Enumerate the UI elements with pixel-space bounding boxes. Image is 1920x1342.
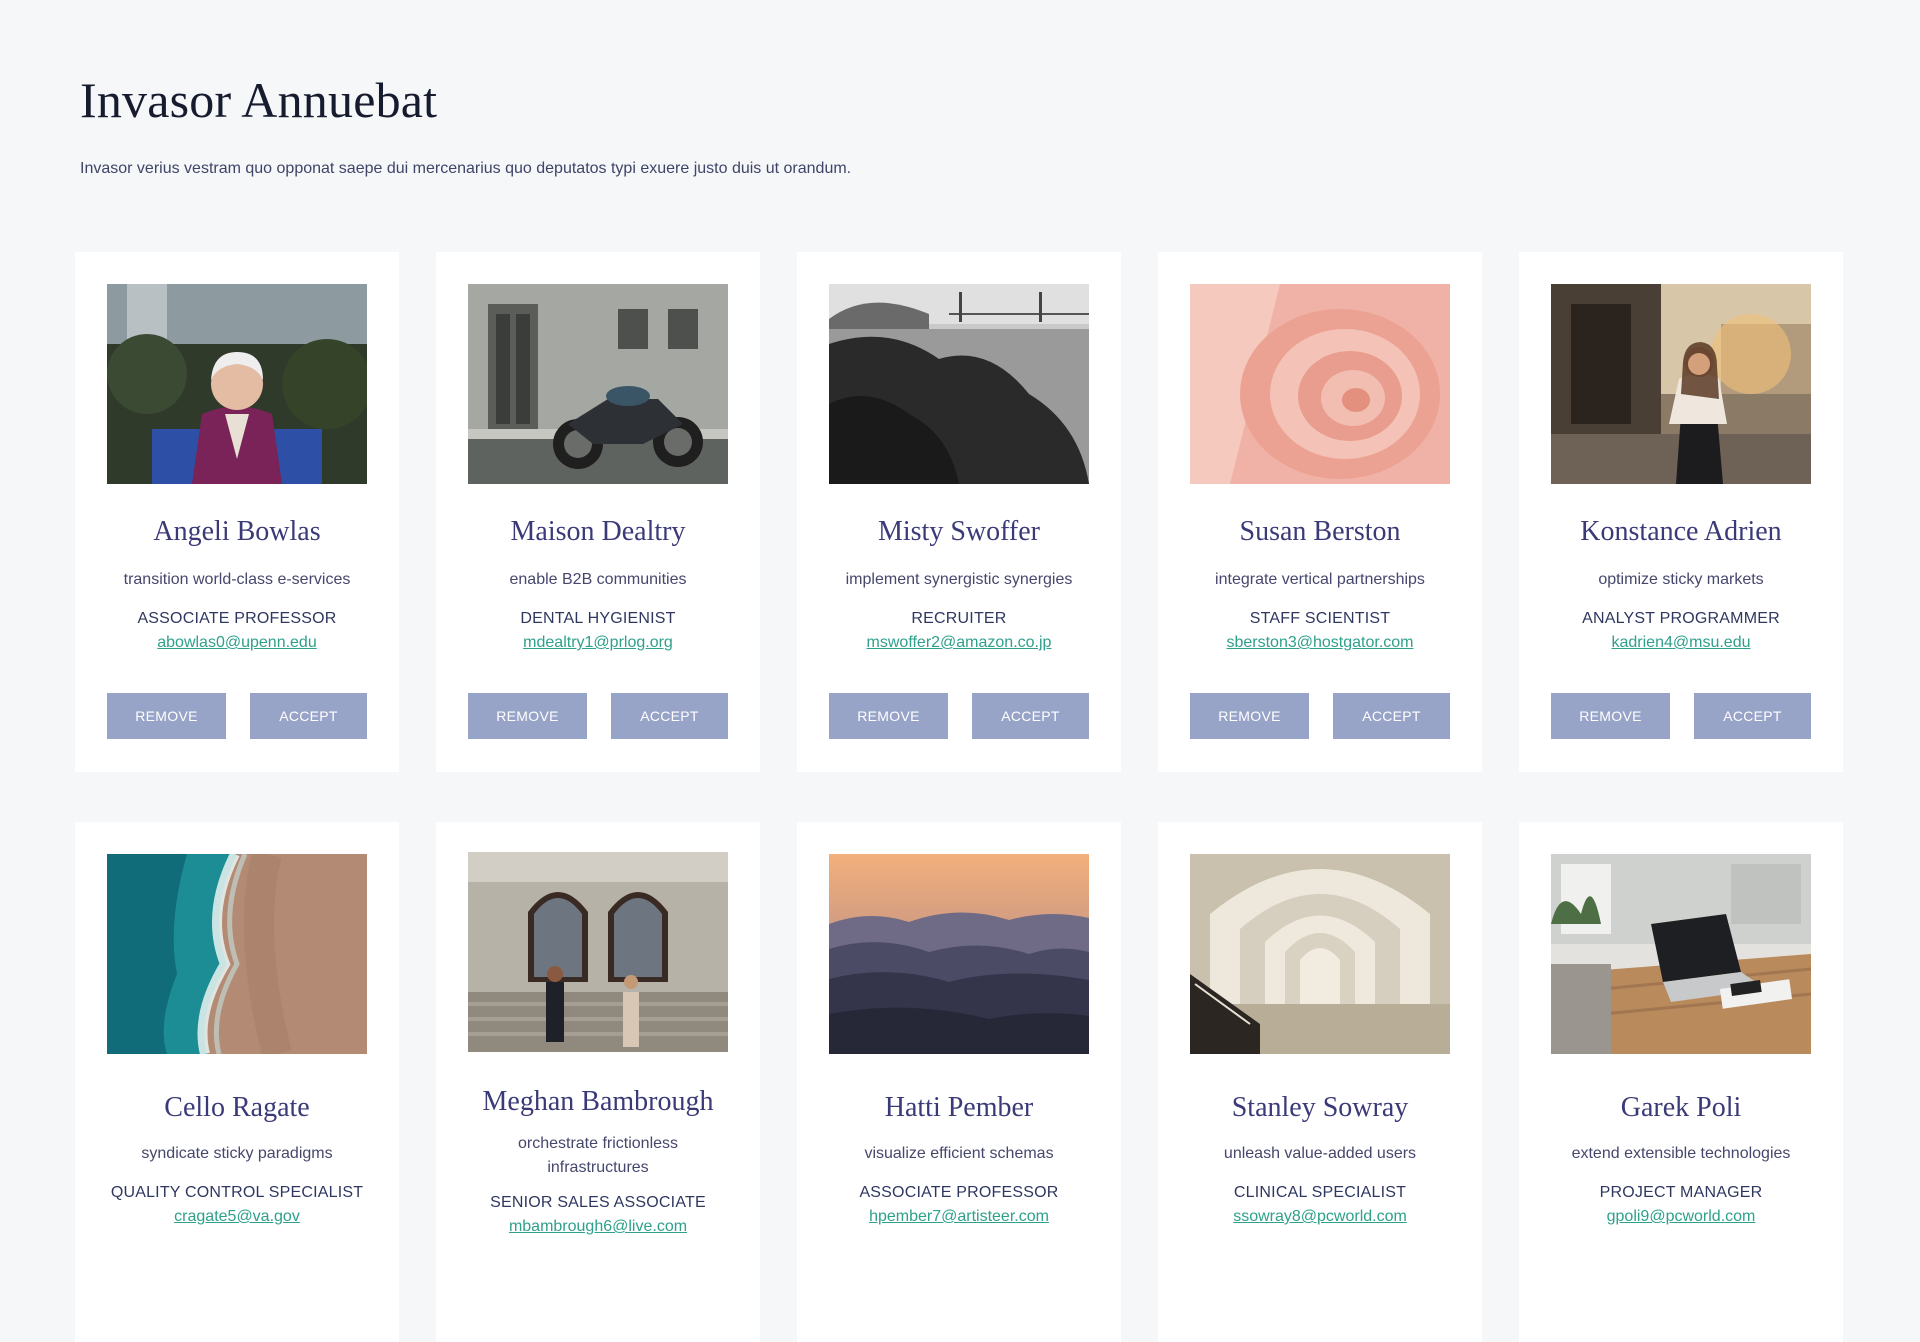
card-body: Cello Ragate syndicate sticky paradigms … (95, 1090, 379, 1227)
person-card: Konstance Adrien optimize sticky markets… (1519, 252, 1843, 772)
person-name: Misty Swoffer (877, 516, 1041, 547)
accept-button[interactable]: ACCEPT (611, 693, 728, 739)
person-name: Stanley Sowray (1231, 1092, 1409, 1123)
person-role: PROJECT MANAGER (1599, 1184, 1763, 1201)
person-tagline: enable B2B communities (509, 571, 687, 588)
person-card: Angeli Bowlas transition world-class e-s… (75, 252, 399, 772)
person-role: SENIOR SALES ASSOCIATE (490, 1194, 706, 1211)
remove-button[interactable]: REMOVE (1551, 693, 1670, 739)
person-tagline: syndicate sticky paradigms (141, 1145, 333, 1162)
person-role: QUALITY CONTROL SPECIALIST (110, 1184, 364, 1201)
person-name: Garek Poli (1620, 1092, 1742, 1123)
person-email-link[interactable]: cragate5@va.gov (174, 1207, 300, 1227)
card-body: Angeli Bowlas transition world-class e-s… (95, 514, 379, 653)
person-card: Garek Poli extend extensible technologie… (1519, 822, 1843, 1342)
couple-building-steps-photo (468, 852, 728, 1052)
person-photo (1190, 284, 1450, 484)
accept-button[interactable]: ACCEPT (250, 693, 367, 739)
motorcycle-street-photo (468, 284, 728, 484)
person-name: Susan Berston (1239, 516, 1401, 547)
remove-button[interactable]: REMOVE (107, 693, 226, 739)
bay-bridge-bw-photo (829, 284, 1089, 484)
person-role: STAFF SCIENTIST (1249, 610, 1391, 627)
page-subtitle: Invasor verius vestram quo opponat saepe… (80, 160, 852, 177)
older-woman-portrait-photo (107, 284, 367, 484)
person-card: Cello Ragate syndicate sticky paradigms … (75, 822, 399, 1342)
person-tagline: transition world-class e-services (123, 571, 351, 588)
accept-button[interactable]: ACCEPT (1694, 693, 1811, 739)
remove-button[interactable]: REMOVE (468, 693, 587, 739)
person-email-link[interactable]: gpoli9@pcworld.com (1607, 1207, 1756, 1227)
woman-sunset-street-photo (1551, 284, 1811, 484)
person-name: Meghan Bambrough (482, 1086, 714, 1117)
person-card: Meghan Bambrough orchestrate frictionles… (436, 822, 760, 1342)
person-role: ANALYST PROGRAMMER (1582, 610, 1780, 627)
person-card: Susan Berston integrate vertical partner… (1158, 252, 1482, 772)
people-grid: Angeli Bowlas transition world-class e-s… (75, 252, 1843, 1342)
page-title: Invasor Annuebat (80, 72, 438, 128)
person-photo (829, 284, 1089, 484)
accept-button[interactable]: ACCEPT (1333, 693, 1450, 739)
remove-button[interactable]: REMOVE (829, 693, 948, 739)
card-body: Hatti Pember visualize efficient schemas… (817, 1090, 1101, 1227)
person-tagline: unleash value-added users (1223, 1145, 1417, 1162)
person-name: Hatti Pember (884, 1092, 1034, 1123)
pink-spiral-abstract-photo (1190, 284, 1450, 484)
person-tagline: extend extensible technologies (1571, 1145, 1791, 1162)
person-photo (107, 284, 367, 484)
person-tagline: visualize efficient schemas (864, 1145, 1054, 1162)
card-actions: REMOVE ACCEPT (107, 693, 367, 739)
card-body: Konstance Adrien optimize sticky markets… (1539, 514, 1823, 653)
person-card: Stanley Sowray unleash value-added users… (1158, 822, 1482, 1342)
person-role: DENTAL HYGIENIST (520, 610, 676, 627)
person-name: Cello Ragate (164, 1092, 310, 1123)
aerial-beach-waves-photo (107, 854, 367, 1054)
person-photo (829, 854, 1089, 1054)
remove-button[interactable]: REMOVE (1190, 693, 1309, 739)
person-card: Misty Swoffer implement synergistic syne… (797, 252, 1121, 772)
card-actions: REMOVE ACCEPT (829, 693, 1089, 739)
mountain-sunset-photo (829, 854, 1089, 1054)
person-tagline: implement synergistic synergies (845, 571, 1073, 588)
card-actions: REMOVE ACCEPT (1190, 693, 1450, 739)
person-tagline: orchestrate frictionless infrastructures (517, 1135, 679, 1176)
person-photo (107, 854, 367, 1054)
person-photo (468, 852, 728, 1052)
person-card: Maison Dealtry enable B2B communities DE… (436, 252, 760, 772)
card-body: Susan Berston integrate vertical partner… (1178, 514, 1462, 653)
card-body: Stanley Sowray unleash value-added users… (1178, 1090, 1462, 1227)
person-name: Angeli Bowlas (153, 516, 321, 547)
person-role: ASSOCIATE PROFESSOR (137, 610, 337, 627)
person-photo (468, 284, 728, 484)
laptop-desk-photo (1551, 854, 1811, 1054)
person-role: RECRUITER (911, 610, 1007, 627)
person-tagline: integrate vertical partnerships (1215, 571, 1425, 588)
card-body: Garek Poli extend extensible technologie… (1539, 1090, 1823, 1227)
card-actions: REMOVE ACCEPT (468, 693, 728, 739)
card-body: Maison Dealtry enable B2B communities DE… (456, 514, 740, 653)
person-email-link[interactable]: mbambrough6@live.com (509, 1217, 687, 1237)
person-email-link[interactable]: mswoffer2@amazon.co.jp (867, 633, 1052, 653)
person-role: CLINICAL SPECIALIST (1233, 1184, 1407, 1201)
arched-corridor-photo (1190, 854, 1450, 1054)
card-body: Misty Swoffer implement synergistic syne… (817, 514, 1101, 653)
person-card: Hatti Pember visualize efficient schemas… (797, 822, 1121, 1342)
person-role: ASSOCIATE PROFESSOR (859, 1184, 1059, 1201)
person-email-link[interactable]: hpember7@artisteer.com (869, 1207, 1049, 1227)
card-body: Meghan Bambrough orchestrate frictionles… (456, 1084, 740, 1237)
accept-button[interactable]: ACCEPT (972, 693, 1089, 739)
person-email-link[interactable]: abowlas0@upenn.edu (157, 633, 316, 653)
person-photo (1190, 854, 1450, 1054)
page-header: Invasor Annuebat Invasor verius vestram … (80, 70, 1780, 180)
card-actions: REMOVE ACCEPT (1551, 693, 1811, 739)
person-tagline: optimize sticky markets (1598, 571, 1764, 588)
person-email-link[interactable]: kadrien4@msu.edu (1612, 633, 1751, 653)
person-name: Maison Dealtry (510, 516, 686, 547)
person-email-link[interactable]: mdealtry1@prlog.org (523, 633, 673, 653)
person-name: Konstance Adrien (1580, 516, 1782, 547)
person-email-link[interactable]: sberston3@hostgator.com (1226, 633, 1413, 653)
person-photo (1551, 284, 1811, 484)
person-photo (1551, 854, 1811, 1054)
person-email-link[interactable]: ssowray8@pcworld.com (1233, 1207, 1407, 1227)
